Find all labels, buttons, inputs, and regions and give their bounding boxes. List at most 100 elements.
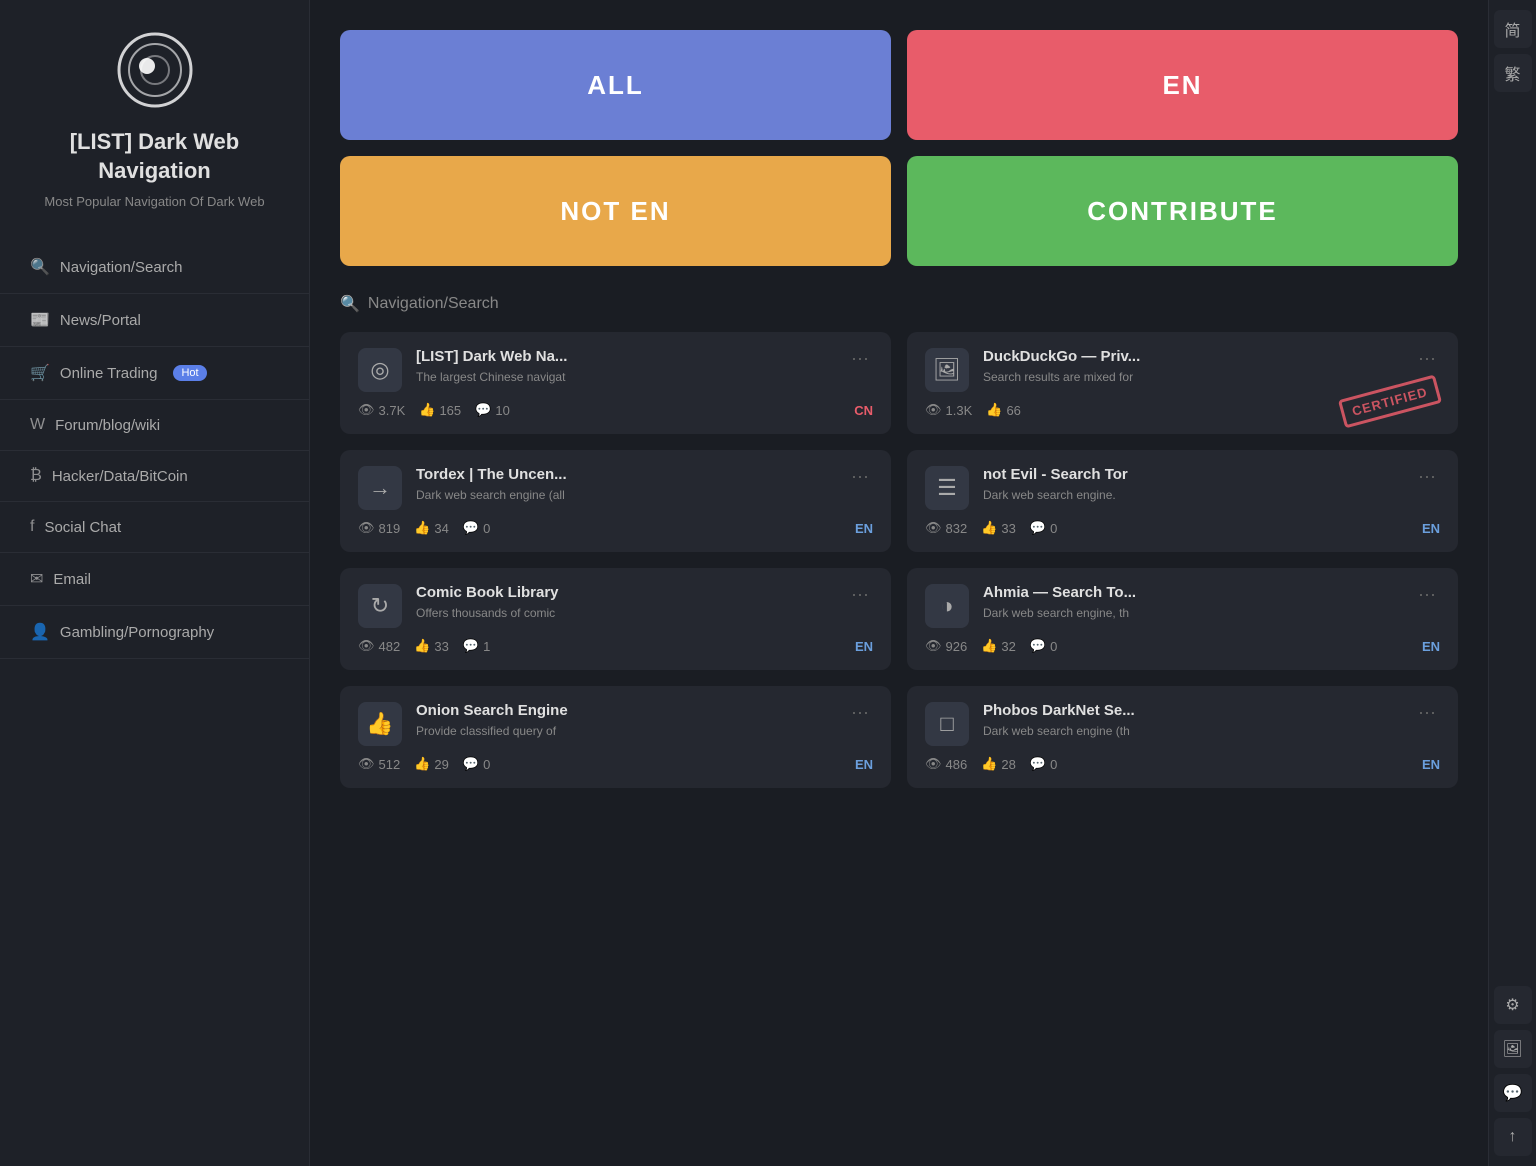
card-not-evil[interactable]: ☰ not Evil - Search Tor Dark web search … [907, 450, 1458, 552]
section-header: 🔍 Navigation/Search [340, 294, 1458, 314]
card-footer-card-comic-book: 👁 482 👍 33 💬 1 EN [358, 638, 873, 654]
card-phobos[interactable]: □ Phobos DarkNet Se... Dark web search e… [907, 686, 1458, 788]
sidebar-item-online-trading[interactable]: 🛒 Online Trading Hot [0, 347, 309, 400]
comment-icon-card-onion-search: 💬 [463, 756, 479, 772]
card-desc-card-comic-book: Offers thousands of comic [416, 605, 833, 622]
lang-badge-card-comic-book: EN [855, 639, 873, 654]
card-menu-card-tordex[interactable]: ··· [847, 466, 873, 487]
card-title-card-comic-book: Comic Book Library [416, 584, 833, 601]
card-icon-card-list-dark-web: ◎ [358, 348, 402, 392]
card-header-card-duckduckgo: 🖼 DuckDuckGo — Priv... Search results ar… [925, 348, 1440, 392]
search-icon: 🔍 [340, 294, 360, 314]
card-menu-card-onion-search[interactable]: ··· [847, 702, 873, 723]
card-ahmia[interactable]: ◑ Ahmia — Search To... Dark web search e… [907, 568, 1458, 670]
lang-badge-card-not-evil: EN [1422, 521, 1440, 536]
eye-icon-card-tordex: 👁 [358, 520, 375, 536]
card-desc-card-list-dark-web: The largest Chinese navigat [416, 369, 833, 386]
comments-card-tordex: 💬 0 [463, 520, 490, 536]
card-header-card-phobos: □ Phobos DarkNet Se... Dark web search e… [925, 702, 1440, 746]
card-tordex[interactable]: → Tordex | The Uncen... Dark web search … [340, 450, 891, 552]
card-title-card-onion-search: Onion Search Engine [416, 702, 833, 719]
comments-card-phobos: 💬 0 [1030, 756, 1057, 772]
like-icon-card-ahmia: 👍 [981, 638, 997, 654]
right-btn-settings[interactable]: ⚙ [1494, 986, 1532, 1024]
right-btn-chat[interactable]: 💬 [1494, 1074, 1532, 1112]
card-menu-card-comic-book[interactable]: ··· [847, 584, 873, 605]
likes-card-not-evil: 👍 33 [981, 520, 1016, 536]
like-icon-card-phobos: 👍 [981, 756, 997, 772]
card-icon-card-not-evil: ☰ [925, 466, 969, 510]
card-list-dark-web[interactable]: ◎ [LIST] Dark Web Na... The largest Chin… [340, 332, 891, 434]
card-header-card-not-evil: ☰ not Evil - Search Tor Dark web search … [925, 466, 1440, 510]
sidebar-item-forum-blog-wiki[interactable]: W Forum/blog/wiki [0, 400, 309, 451]
card-footer-card-ahmia: 👁 926 👍 32 💬 0 EN [925, 638, 1440, 654]
sidebar-label-gambling-pornography: Gambling/Pornography [60, 624, 214, 641]
lang-badge-card-list-dark-web: CN [854, 403, 873, 418]
sidebar-label-navigation-search: Navigation/Search [60, 259, 183, 276]
sidebar-item-news-portal[interactable]: 📰 News/Portal [0, 294, 309, 347]
card-icon-card-comic-book: ↻ [358, 584, 402, 628]
sidebar-label-news-portal: News/Portal [60, 312, 141, 329]
btn-all[interactable]: ALL [340, 30, 891, 140]
card-menu-card-phobos[interactable]: ··· [1414, 702, 1440, 723]
views-card-tordex: 👁 819 [358, 520, 400, 536]
main-content: ALLENNOT ENCONTRIBUTE 🔍 Navigation/Searc… [310, 0, 1488, 1166]
card-desc-card-ahmia: Dark web search engine, th [983, 605, 1400, 622]
card-title-card-phobos: Phobos DarkNet Se... [983, 702, 1400, 719]
card-header-card-tordex: → Tordex | The Uncen... Dark web search … [358, 466, 873, 510]
comment-icon-card-phobos: 💬 [1030, 756, 1046, 772]
sidebar-label-email: Email [53, 571, 91, 588]
sidebar-item-hacker-data-bitcoin[interactable]: ₿ Hacker/Data/BitCoin [0, 451, 309, 502]
card-menu-card-not-evil[interactable]: ··· [1414, 466, 1440, 487]
card-icon-card-ahmia: ◑ [925, 584, 969, 628]
card-duckduckgo[interactable]: 🖼 DuckDuckGo — Priv... Search results ar… [907, 332, 1458, 434]
right-btn-traditional-chinese[interactable]: 繁 [1494, 54, 1532, 92]
eye-icon-card-onion-search: 👁 [358, 756, 375, 772]
views-card-ahmia: 👁 926 [925, 638, 967, 654]
card-title-card-tordex: Tordex | The Uncen... [416, 466, 833, 483]
sidebar-nav: 🔍 Navigation/Search 📰 News/Portal 🛒 Onli… [0, 241, 309, 659]
card-onion-search[interactable]: 👍 Onion Search Engine Provide classified… [340, 686, 891, 788]
sidebar-item-navigation-search[interactable]: 🔍 Navigation/Search [0, 241, 309, 294]
card-desc-card-onion-search: Provide classified query of [416, 723, 833, 740]
right-btn-upload[interactable]: ↑ [1494, 1118, 1532, 1156]
card-header-card-comic-book: ↻ Comic Book Library Offers thousands of… [358, 584, 873, 628]
right-btn-image[interactable]: 🖼 [1494, 1030, 1532, 1068]
right-btn-simplified-chinese[interactable]: 简 [1494, 10, 1532, 48]
comment-icon-card-not-evil: 💬 [1030, 520, 1046, 536]
card-icon-card-duckduckgo: 🖼 [925, 348, 969, 392]
card-comic-book[interactable]: ↻ Comic Book Library Offers thousands of… [340, 568, 891, 670]
comments-card-list-dark-web: 💬 10 [475, 402, 510, 418]
sidebar-item-gambling-pornography[interactable]: 👤 Gambling/Pornography [0, 606, 309, 659]
eye-icon-card-list-dark-web: 👁 [358, 402, 375, 418]
card-footer-card-onion-search: 👁 512 👍 29 💬 0 EN [358, 756, 873, 772]
likes-card-onion-search: 👍 29 [414, 756, 449, 772]
card-title-card-not-evil: not Evil - Search Tor [983, 466, 1400, 483]
sidebar-subtitle: Most Popular Navigation Of Dark Web [24, 193, 284, 211]
comment-icon-card-tordex: 💬 [463, 520, 479, 536]
likes-card-comic-book: 👍 33 [414, 638, 449, 654]
lang-badge-card-ahmia: EN [1422, 639, 1440, 654]
likes-card-duckduckgo: 👍 66 [986, 402, 1021, 418]
comments-card-ahmia: 💬 0 [1030, 638, 1057, 654]
btn-contribute[interactable]: CONTRIBUTE [907, 156, 1458, 266]
card-footer-card-not-evil: 👁 832 👍 33 💬 0 EN [925, 520, 1440, 536]
card-menu-card-ahmia[interactable]: ··· [1414, 584, 1440, 605]
sidebar-label-forum-blog-wiki: Forum/blog/wiki [55, 417, 160, 434]
btn-en[interactable]: EN [907, 30, 1458, 140]
comments-card-not-evil: 💬 0 [1030, 520, 1057, 536]
comment-icon-card-list-dark-web: 💬 [475, 402, 491, 418]
sidebar-item-email[interactable]: ✉ Email [0, 553, 309, 606]
card-title-card-ahmia: Ahmia — Search To... [983, 584, 1400, 601]
email-icon: ✉ [30, 569, 43, 589]
card-header-card-ahmia: ◑ Ahmia — Search To... Dark web search e… [925, 584, 1440, 628]
btn-not-en[interactable]: NOT EN [340, 156, 891, 266]
gambling-pornography-icon: 👤 [30, 622, 50, 642]
views-card-onion-search: 👁 512 [358, 756, 400, 772]
likes-card-phobos: 👍 28 [981, 756, 1016, 772]
card-menu-card-duckduckgo[interactable]: ··· [1414, 348, 1440, 369]
card-menu-card-list-dark-web[interactable]: ··· [847, 348, 873, 369]
lang-badge-card-tordex: EN [855, 521, 873, 536]
card-desc-card-tordex: Dark web search engine (all [416, 487, 833, 504]
sidebar-item-social-chat[interactable]: f Social Chat [0, 502, 309, 553]
